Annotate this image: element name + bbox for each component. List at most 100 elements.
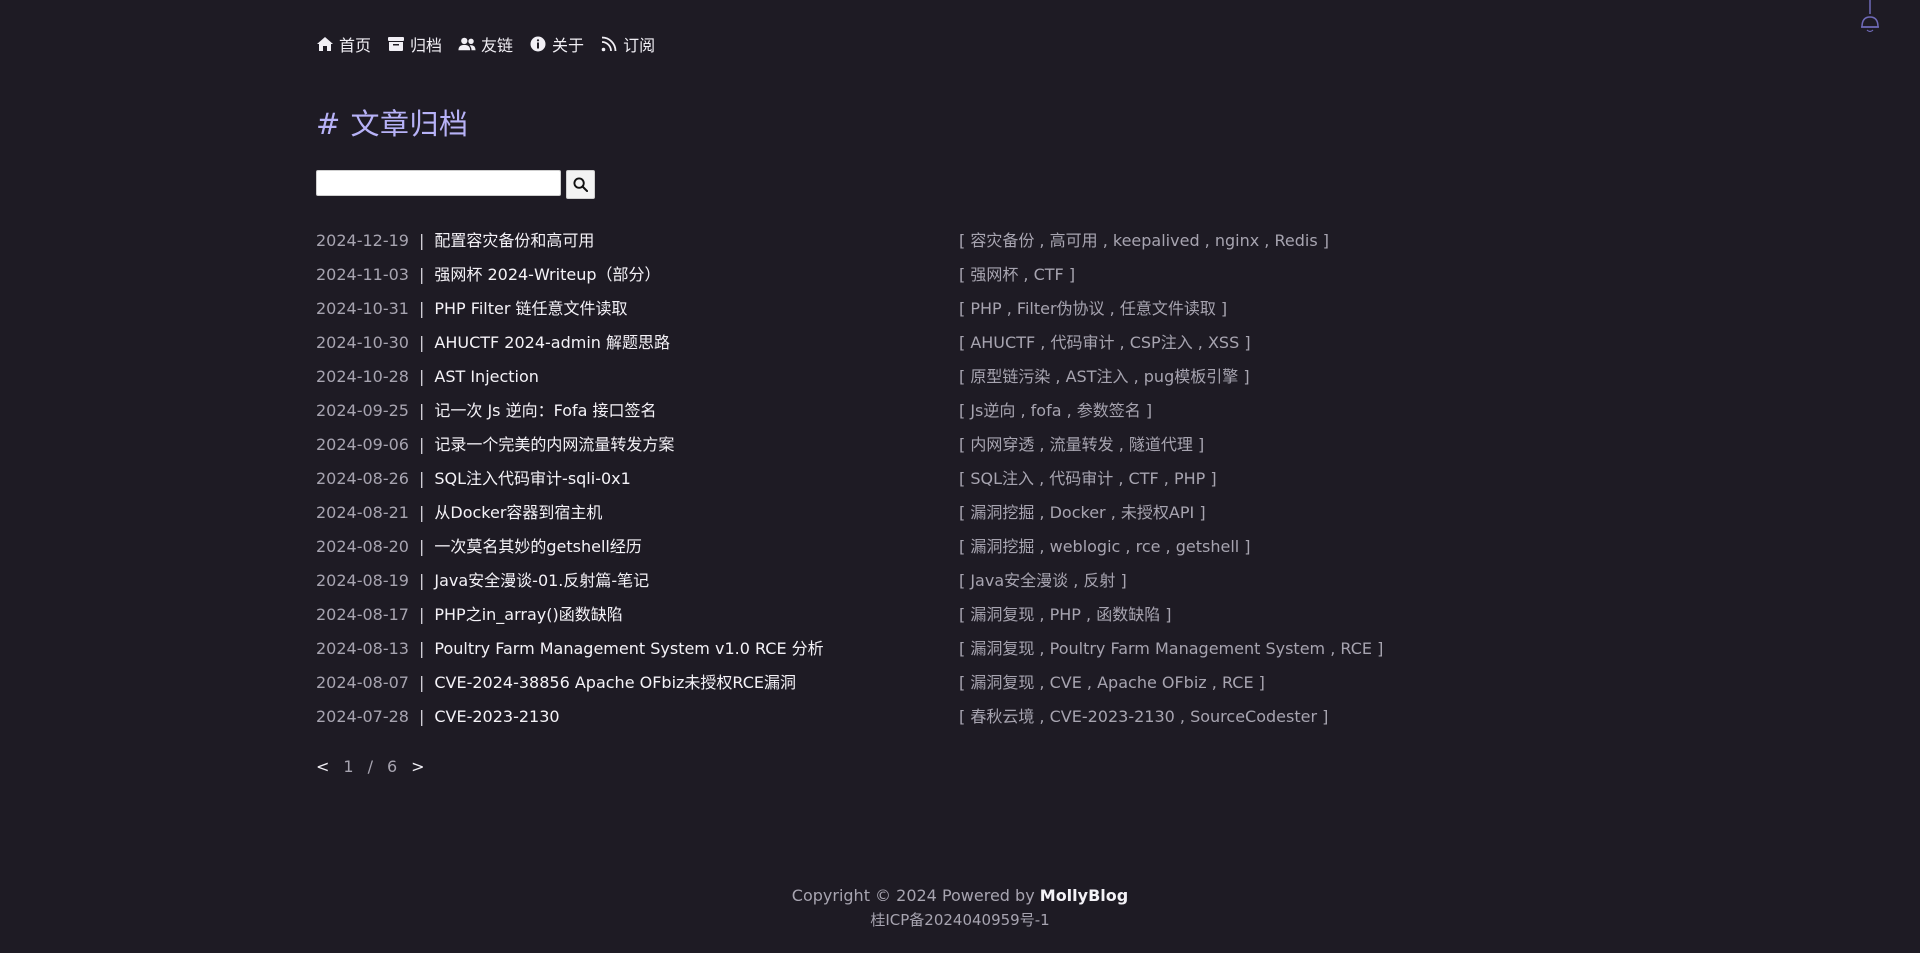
post-title-link[interactable]: PHP Filter 链任意文件读取 xyxy=(434,299,627,318)
post-date: 2024-10-28 xyxy=(316,367,409,386)
post-title-link[interactable]: 记录一个完美的内网流量转发方案 xyxy=(434,435,674,454)
nav-item-label: 订阅 xyxy=(623,36,656,55)
post-tag-link[interactable]: 代码审计 xyxy=(1050,333,1114,352)
post-title-link[interactable]: 记一次 Js 逆向：Fofa 接口签名 xyxy=(434,401,656,420)
post-tag-link[interactable]: 高可用 xyxy=(1050,231,1098,250)
post-tag-link[interactable]: 漏洞复现 xyxy=(970,605,1034,624)
search-icon xyxy=(573,177,588,192)
post-tag-link[interactable]: 春秋云境 xyxy=(970,707,1034,726)
post-tag-link[interactable]: CVE xyxy=(1050,673,1082,692)
post-tag-link[interactable]: CTF xyxy=(1034,265,1064,284)
post-tag-link[interactable]: PHP xyxy=(1050,605,1081,624)
post-tag-link[interactable]: nginx xyxy=(1215,231,1259,250)
post-title-link[interactable]: PHP之in_array()函数缺陷 xyxy=(434,605,622,624)
pagination: < 1 / 6 > xyxy=(316,757,425,776)
post-tag-link[interactable]: 漏洞复现 xyxy=(970,673,1034,692)
post-title-link[interactable]: AST Injection xyxy=(434,367,539,386)
post-tag-link[interactable]: CVE-2023-2130 xyxy=(1050,707,1175,726)
search-button[interactable] xyxy=(566,170,595,199)
icp-link[interactable]: 桂ICP备2024040959号-1 xyxy=(0,908,1920,932)
post-tag-link[interactable]: XSS xyxy=(1208,333,1239,352)
post-tag-link[interactable]: 流量转发 xyxy=(1050,435,1114,454)
lamp-icon[interactable] xyxy=(1858,0,1882,36)
post-tag-link[interactable]: PHP xyxy=(970,299,1001,318)
post-date: 2024-09-06 xyxy=(316,435,409,454)
page: 首页 归档 友链 关于 订阅 # 文章归档 2024-12-19 | 配置容灾备份和… xyxy=(0,0,1920,953)
post-tag-link[interactable]: Java安全漫谈 xyxy=(970,571,1068,590)
post-tag-link[interactable]: 容灾备份 xyxy=(970,231,1034,250)
post-tag-link[interactable]: 反射 xyxy=(1083,571,1115,590)
post-tag-link[interactable]: 函数缺陷 xyxy=(1096,605,1160,624)
post-tag-link[interactable]: Poultry Farm Management System xyxy=(1050,639,1326,658)
post-title-link[interactable]: 强网杯 2024-Writeup（部分） xyxy=(434,265,660,284)
post-tag-link[interactable]: Redis xyxy=(1274,231,1317,250)
post-tag-link[interactable]: 强网杯 xyxy=(970,265,1018,284)
post-tag-link[interactable]: Js逆向 xyxy=(970,401,1015,420)
post-tag-link[interactable]: SQL注入 xyxy=(970,469,1034,488)
post-tag-link[interactable]: 代码审计 xyxy=(1049,469,1113,488)
post-separator: | xyxy=(418,673,425,692)
post-tag-link[interactable]: 原型链污染 xyxy=(970,367,1050,386)
post-tags: [ SQL注入 , 代码审计 , CTF , PHP ] xyxy=(959,469,1217,488)
post-tag-link[interactable]: fofa xyxy=(1031,401,1062,420)
post-tag-link[interactable]: SourceCodester xyxy=(1190,707,1317,726)
post-row: 2024-08-07 | CVE-2024-38856 Apache OFbiz未授… xyxy=(316,669,1426,703)
post-row: 2024-08-13 | Poultry Farm Management Syste… xyxy=(316,635,1426,669)
post-tag-link[interactable]: keepalived xyxy=(1113,231,1200,250)
post-title-link[interactable]: CVE-2023-2130 xyxy=(434,707,559,726)
post-title-link[interactable]: 从Docker容器到宿主机 xyxy=(434,503,602,522)
post-tag-link[interactable]: AHUCTF xyxy=(970,333,1035,352)
post-tags: [ 漏洞挖掘 , weblogic , rce , getshell ] xyxy=(959,537,1251,556)
next-page-button[interactable]: > xyxy=(411,757,424,776)
prev-page-button[interactable]: < xyxy=(316,757,329,776)
post-tag-link[interactable]: 未授权API xyxy=(1121,503,1194,522)
post-separator: | xyxy=(418,707,425,726)
post-tag-link[interactable]: RCE xyxy=(1340,639,1372,658)
post-separator: | xyxy=(418,537,425,556)
post-tag-link[interactable]: PHP xyxy=(1174,469,1205,488)
post-title-link[interactable]: AHUCTF 2024-admin 解题思路 xyxy=(434,333,670,352)
post-tag-link[interactable]: 参数签名 xyxy=(1077,401,1141,420)
post-tag-link[interactable]: 内网穿透 xyxy=(970,435,1034,454)
post-title-link[interactable]: SQL注入代码审计-sqli-0x1 xyxy=(434,469,630,488)
post-tag-link[interactable]: CTF xyxy=(1129,469,1159,488)
post-tag-link[interactable]: rce xyxy=(1136,537,1161,556)
post-tag-link[interactable]: 漏洞挖掘 xyxy=(970,503,1034,522)
post-tag-link[interactable]: 漏洞复现 xyxy=(970,639,1034,658)
post-tag-link[interactable]: Filter伪协议 xyxy=(1017,299,1105,318)
post-tag-link[interactable]: Apache OFbiz xyxy=(1097,673,1207,692)
post-title-link[interactable]: 一次莫名其妙的getshell经历 xyxy=(434,537,642,556)
post-list: 2024-12-19 | 配置容灾备份和高可用 [ 容灾备份 , 高可用 , keep… xyxy=(316,227,1426,737)
nav-item-about[interactable]: 关于 xyxy=(529,32,584,56)
post-tags: [ 漏洞复现 , PHP , 函数缺陷 ] xyxy=(959,605,1172,624)
post-tag-link[interactable]: CSP注入 xyxy=(1130,333,1193,352)
post-tag-link[interactable]: Docker xyxy=(1050,503,1106,522)
post-date: 2024-10-31 xyxy=(316,299,409,318)
post-tags: [ 漏洞复现 , CVE , Apache OFbiz , RCE ] xyxy=(959,673,1265,692)
post-tag-link[interactable]: 隧道代理 xyxy=(1129,435,1193,454)
post-title-link[interactable]: Poultry Farm Management System v1.0 RCE … xyxy=(434,639,823,658)
brand-link[interactable]: MollyBlog xyxy=(1040,886,1128,905)
post-row: 2024-10-30 | AHUCTF 2024-admin 解题思路 [ AHUCT… xyxy=(316,329,1426,363)
post-tag-link[interactable]: getshell xyxy=(1176,537,1239,556)
post-tag-link[interactable]: 任意文件读取 xyxy=(1120,299,1216,318)
nav-item-archive[interactable]: 归档 xyxy=(387,32,442,56)
total-pages: 6 xyxy=(386,757,398,776)
post-tag-link[interactable]: RCE xyxy=(1222,673,1254,692)
nav-item-home[interactable]: 首页 xyxy=(316,32,371,56)
post-title-link[interactable]: CVE-2024-38856 Apache OFbiz未授权RCE漏洞 xyxy=(434,673,796,692)
search-input[interactable] xyxy=(316,170,561,196)
post-tag-link[interactable]: pug模板引擎 xyxy=(1144,367,1238,386)
post-tag-link[interactable]: weblogic xyxy=(1050,537,1121,556)
post-date: 2024-08-20 xyxy=(316,537,409,556)
post-title-link[interactable]: 配置容灾备份和高可用 xyxy=(434,231,594,250)
nav-item-rss[interactable]: 订阅 xyxy=(600,32,655,56)
post-title-link[interactable]: Java安全漫谈-01.反射篇-笔记 xyxy=(434,571,649,590)
copyright-line: Copyright © 2024 Powered by MollyBlog xyxy=(0,884,1920,908)
nav-item-friends[interactable]: 友链 xyxy=(458,32,513,56)
post-tag-link[interactable]: 漏洞挖掘 xyxy=(970,537,1034,556)
nav-item-label: 友链 xyxy=(481,36,514,55)
post-tag-link[interactable]: AST注入 xyxy=(1066,367,1129,386)
post-date: 2024-11-03 xyxy=(316,265,409,284)
post-date: 2024-08-26 xyxy=(316,469,409,488)
